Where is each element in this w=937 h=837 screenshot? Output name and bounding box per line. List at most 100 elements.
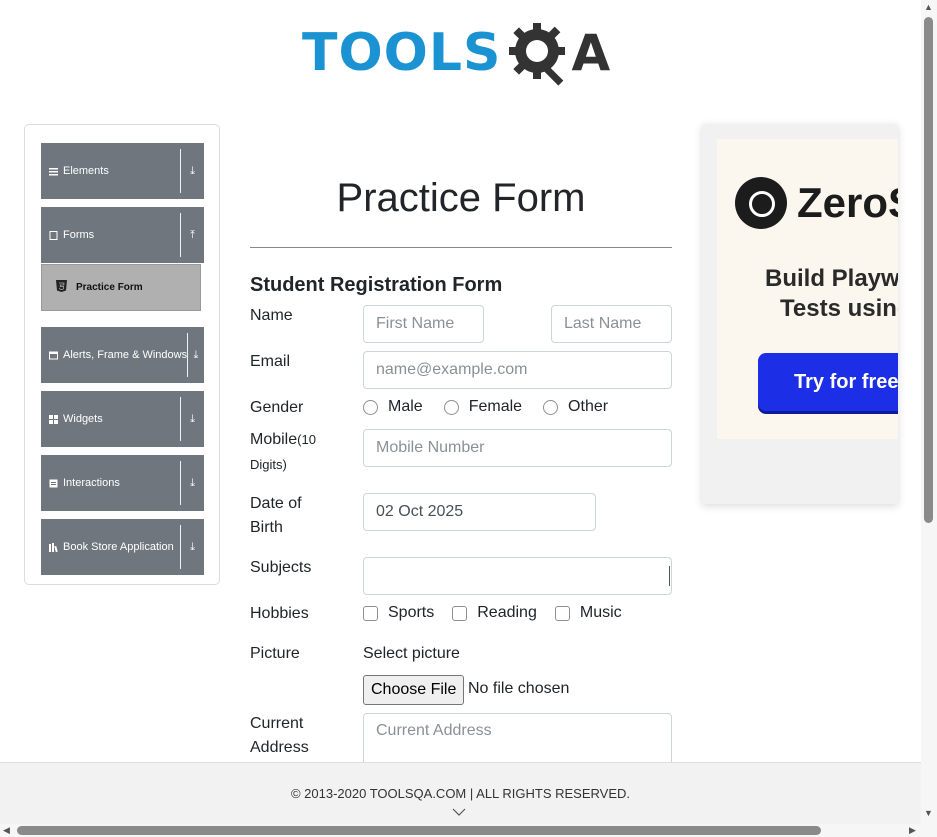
form-subtitle: Student Registration Form xyxy=(250,274,503,296)
sidebar-item-practice-form[interactable]: Practice Form xyxy=(41,264,201,311)
window-icon xyxy=(49,351,58,360)
checkbox-box[interactable] xyxy=(452,605,468,621)
checkbox-label: Reading xyxy=(477,604,537,621)
sidebar-group-elements[interactable]: Elements ⤓ xyxy=(41,143,204,199)
checkbox-box[interactable] xyxy=(363,605,378,621)
scrollbar-corner xyxy=(921,824,937,837)
expand-arrow-icon[interactable]: ⤓ xyxy=(188,349,204,362)
hobbies-label: Hobbies xyxy=(250,605,309,622)
divider xyxy=(180,525,181,569)
hobby-reading-checkbox[interactable]: Reading xyxy=(452,604,537,622)
scroll-down-arrow-icon[interactable]: ▼ xyxy=(924,809,933,818)
radio-label: Female xyxy=(468,398,523,415)
hobby-sports-checkbox[interactable]: Sports xyxy=(363,604,434,622)
scroll-left-arrow-icon[interactable]: ◀ xyxy=(3,826,10,835)
subjects-input[interactable] xyxy=(363,557,672,595)
divider xyxy=(180,397,181,441)
choose-file-button[interactable]: Choose File xyxy=(363,675,465,705)
radio-label: Other xyxy=(568,398,609,415)
radio-circle[interactable] xyxy=(543,399,559,415)
radio-label: Male xyxy=(388,398,423,415)
page-title: Practice Form xyxy=(336,176,586,220)
sidebar-group-label: Interactions xyxy=(63,477,120,489)
divider xyxy=(180,461,181,505)
checkbox-box[interactable] xyxy=(554,605,570,621)
sidebar-item-label: Practice Form xyxy=(76,282,143,293)
select-picture-label: Select picture xyxy=(363,645,460,662)
list-icon xyxy=(49,479,58,488)
scroll-up-arrow-icon[interactable]: ▲ xyxy=(924,3,933,12)
first-name-input[interactable] xyxy=(363,305,484,343)
hamburger-icon xyxy=(49,167,58,176)
name-label: Name xyxy=(250,307,293,324)
file-icon xyxy=(49,230,58,240)
logo-text: TOOLS xyxy=(302,23,502,83)
mobile-label: Mobile(10 xyxy=(250,428,316,452)
ad-try-free-button[interactable]: Try for free xyxy=(758,353,898,411)
toolsqa-logo[interactable]: TOOLS A xyxy=(302,16,626,90)
date-of-birth-input[interactable] xyxy=(363,493,596,531)
sidebar-group-label: Elements xyxy=(63,165,109,177)
ad-panel: ZeroSt Build Playwri Tests using Try for… xyxy=(717,139,898,439)
gender-male-radio[interactable]: Male xyxy=(363,398,423,416)
html5-icon xyxy=(56,280,67,295)
ad-headline-2: Tests using xyxy=(780,295,898,322)
gender-other-radio[interactable]: Other xyxy=(543,398,608,416)
sidebar-group-book-store[interactable]: Book Store Application ⤓ xyxy=(41,519,204,575)
sidebar-group-label: Widgets xyxy=(63,413,103,425)
books-icon xyxy=(49,542,58,552)
sidebar: Elements ⤓ Forms ⤒ Practice Form Alerts,… xyxy=(24,124,220,585)
scroll-right-arrow-icon[interactable]: ▶ xyxy=(909,826,916,835)
dob-label-line1: Date of xyxy=(250,495,302,512)
mobile-input[interactable] xyxy=(363,429,672,467)
vertical-scrollbar[interactable]: ▲ ▼ xyxy=(921,0,937,824)
hobby-music-checkbox[interactable]: Music xyxy=(554,604,622,622)
radio-circle[interactable] xyxy=(363,399,378,415)
text-cursor xyxy=(669,566,670,586)
zerostep-logo-icon xyxy=(735,177,787,229)
checkbox-label: Sports xyxy=(388,604,435,621)
hobbies-checkbox-group: Sports Reading Music xyxy=(363,604,622,622)
horizontal-scroll-thumb[interactable] xyxy=(17,826,821,835)
dob-label-line2: Birth xyxy=(250,519,283,536)
divider xyxy=(180,213,181,257)
checkbox-label: Music xyxy=(579,604,622,621)
grid-icon xyxy=(49,414,58,424)
horizontal-scrollbar[interactable]: ◀ ▶ xyxy=(0,824,921,837)
address-label-line1: Current xyxy=(250,715,304,732)
email-label: Email xyxy=(250,353,291,370)
ad-brand-text: ZeroSt xyxy=(797,179,898,226)
vertical-scroll-thumb[interactable] xyxy=(924,17,933,523)
logo-suffix: A xyxy=(571,24,611,82)
address-label-line2: Address xyxy=(250,739,309,756)
ad-brand: ZeroSt xyxy=(735,177,898,229)
divider xyxy=(180,149,181,193)
gender-female-radio[interactable]: Female xyxy=(443,398,523,416)
sidebar-group-forms[interactable]: Forms ⤒ xyxy=(41,207,204,263)
last-name-input[interactable] xyxy=(551,305,672,343)
subjects-label: Subjects xyxy=(250,559,312,576)
expand-arrow-icon[interactable]: ⤓ xyxy=(181,413,204,426)
collapse-arrow-icon[interactable]: ⤒ xyxy=(181,229,204,242)
sidebar-group-label: Forms xyxy=(63,229,95,241)
title-divider xyxy=(250,247,672,248)
sidebar-group-widgets[interactable]: Widgets ⤓ xyxy=(41,391,204,447)
sidebar-group-interactions[interactable]: Interactions ⤓ xyxy=(41,455,204,511)
gender-radio-group: Male Female Other xyxy=(363,398,608,416)
advertisement[interactable]: ZeroSt Build Playwri Tests using Try for… xyxy=(702,124,898,504)
sidebar-group-alerts[interactable]: Alerts, Frame & Windows ⤓ xyxy=(41,327,204,383)
radio-circle[interactable] xyxy=(443,399,459,415)
mobile-hint-digits: Digits) xyxy=(250,457,287,472)
sidebar-group-label: Book Store Application xyxy=(63,541,174,553)
picture-label: Picture xyxy=(250,645,300,662)
chevron-down-icon[interactable] xyxy=(452,807,466,817)
footer-copyright: © 2013-2020 TOOLSQA.COM | ALL RIGHTS RES… xyxy=(290,786,631,801)
ad-headline-1: Build Playwri xyxy=(765,265,898,292)
email-input[interactable] xyxy=(363,351,672,389)
mobile-label-text: Mobile xyxy=(250,431,298,448)
expand-arrow-icon[interactable]: ⤓ xyxy=(181,165,204,178)
expand-arrow-icon[interactable]: ⤓ xyxy=(181,541,204,554)
gender-label: Gender xyxy=(250,399,304,416)
sidebar-group-label: Alerts, Frame & Windows xyxy=(63,349,188,361)
expand-arrow-icon[interactable]: ⤓ xyxy=(181,477,204,490)
